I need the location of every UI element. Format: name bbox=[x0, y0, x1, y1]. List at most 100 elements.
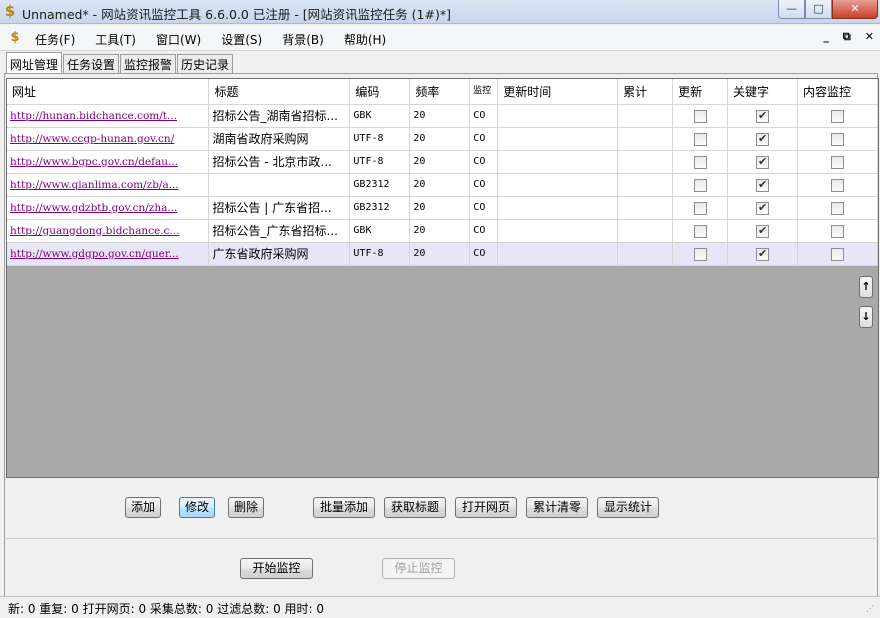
total-cell bbox=[617, 242, 674, 266]
content-monitor-checkbox[interactable] bbox=[830, 178, 844, 192]
show-stats-button[interactable]: 显示统计 bbox=[597, 497, 659, 518]
resize-grip-icon[interactable]: ⋰ bbox=[866, 604, 878, 616]
move-down-button[interactable]: ↓ bbox=[859, 306, 873, 328]
title-cell: 招标公告 - 北京市政... bbox=[208, 150, 351, 174]
update-checkbox[interactable] bbox=[693, 224, 707, 238]
menu-help[interactable]: 帮助(H) bbox=[344, 31, 386, 48]
column-header-monitor[interactable]: 监控 bbox=[469, 79, 499, 105]
update-checkbox[interactable] bbox=[693, 109, 707, 123]
column-header-keyword[interactable]: 关键字 bbox=[727, 79, 798, 105]
close-button[interactable]: ✕ bbox=[832, 0, 878, 19]
add-button[interactable]: 添加 bbox=[125, 497, 161, 518]
url-cell[interactable]: http://www.gdgpo.gov.cn/quer... bbox=[7, 242, 210, 266]
batch-add-button[interactable]: 批量添加 bbox=[313, 497, 375, 518]
table-row[interactable]: http://www.ccgp-hunan.gov.cn/湖南省政府采购网 UTF… bbox=[7, 127, 878, 151]
column-header-url[interactable]: 网址 bbox=[7, 79, 210, 105]
menu-task[interactable]: 任务(F) bbox=[35, 31, 75, 48]
document-icon[interactable]: $ bbox=[7, 30, 23, 46]
content-monitor-checkbox-cell bbox=[797, 196, 878, 220]
frequency-cell: 20 bbox=[409, 242, 471, 266]
column-header-update-time[interactable]: 更新时间 bbox=[497, 79, 619, 105]
edit-button[interactable]: 修改 bbox=[179, 497, 215, 518]
update-checkbox[interactable] bbox=[693, 247, 707, 261]
menu-background[interactable]: 背景(B) bbox=[282, 31, 324, 48]
title-cell: 招标公告 | 广东省招... bbox=[208, 196, 351, 220]
keyword-checkbox[interactable] bbox=[756, 109, 769, 123]
tab-task-settings[interactable]: 任务设置 bbox=[63, 54, 120, 73]
keyword-checkbox[interactable] bbox=[756, 247, 769, 261]
move-up-button[interactable]: ↑ bbox=[859, 276, 873, 298]
start-monitor-button[interactable]: 开始监控 bbox=[240, 558, 313, 579]
frequency-cell: 20 bbox=[409, 150, 471, 174]
mdi-restore-button[interactable]: ⧉ bbox=[843, 30, 851, 44]
tab-history[interactable]: 历史记录 bbox=[177, 54, 234, 73]
table-row[interactable]: http://www.qianlima.com/zb/a... GB2312 20 C… bbox=[7, 173, 878, 197]
update-checkbox[interactable] bbox=[693, 155, 707, 169]
column-header-total[interactable]: 累计 bbox=[617, 79, 674, 105]
keyword-checkbox[interactable] bbox=[756, 224, 769, 238]
column-header-encoding[interactable]: 编码 bbox=[349, 79, 411, 105]
maximize-button[interactable]: □ bbox=[805, 0, 832, 19]
url-cell[interactable]: http://www.qianlima.com/zb/a... bbox=[7, 173, 210, 197]
update-time-cell bbox=[497, 196, 619, 220]
column-header-update[interactable]: 更新 bbox=[672, 79, 729, 105]
update-checkbox-cell bbox=[672, 127, 729, 151]
update-time-cell bbox=[497, 127, 619, 151]
frequency-cell: 20 bbox=[409, 173, 471, 197]
update-checkbox[interactable] bbox=[693, 201, 707, 215]
content-monitor-checkbox[interactable] bbox=[830, 247, 844, 261]
keyword-checkbox-cell bbox=[727, 242, 798, 266]
content-monitor-checkbox-cell bbox=[797, 219, 878, 243]
menu-settings[interactable]: 设置(S) bbox=[221, 31, 262, 48]
column-header-content-monitor[interactable]: 内容监控 bbox=[797, 79, 878, 105]
encoding-cell: GB2312 bbox=[349, 196, 411, 220]
table-row[interactable]: http://www.gdgpo.gov.cn/quer... 广东省政府采购网 U… bbox=[7, 242, 878, 266]
url-grid[interactable]: 网址 标题 编码 频率 监控 更新时间 累计 更新 关键字 内容监控 http:… bbox=[6, 78, 879, 478]
menu-tools[interactable]: 工具(T) bbox=[95, 31, 136, 48]
clear-total-button[interactable]: 累计清零 bbox=[526, 497, 588, 518]
table-row[interactable]: http://guangdong.bidchance.c... 招标公告_广东省招… bbox=[7, 219, 878, 243]
encoding-cell: UTF-8 bbox=[349, 150, 411, 174]
keyword-checkbox[interactable] bbox=[756, 178, 769, 192]
menu-window[interactable]: 窗口(W) bbox=[156, 31, 201, 48]
frequency-cell: 20 bbox=[409, 219, 471, 243]
content-monitor-checkbox[interactable] bbox=[830, 201, 844, 215]
content-monitor-checkbox[interactable] bbox=[830, 224, 844, 238]
url-cell[interactable]: http://hunan.bidchance.com/t... bbox=[7, 104, 210, 128]
update-checkbox[interactable] bbox=[693, 178, 707, 192]
open-page-button[interactable]: 打开网页 bbox=[455, 497, 517, 518]
status-bar: 新: 0 重复: 0 打开网页: 0 采集总数: 0 过滤总数: 0 用时: 0… bbox=[0, 596, 880, 618]
column-header-title[interactable]: 标题 bbox=[208, 79, 351, 105]
update-time-cell bbox=[497, 242, 619, 266]
mdi-close-button[interactable]: ✕ bbox=[865, 30, 874, 44]
encoding-cell: UTF-8 bbox=[349, 127, 411, 151]
fetch-title-button[interactable]: 获取标题 bbox=[384, 497, 446, 518]
encoding-cell: UTF-8 bbox=[349, 242, 411, 266]
content-monitor-checkbox[interactable] bbox=[830, 109, 844, 123]
keyword-checkbox[interactable] bbox=[756, 201, 769, 215]
url-cell[interactable]: http://guangdong.bidchance.c... bbox=[7, 219, 210, 243]
url-table: 网址 标题 编码 频率 监控 更新时间 累计 更新 关键字 内容监控 http:… bbox=[7, 79, 878, 266]
content-monitor-checkbox-cell bbox=[797, 242, 878, 266]
content-monitor-checkbox[interactable] bbox=[830, 132, 844, 146]
url-cell[interactable]: http://www.gdzbtb.gov.cn/zha... bbox=[7, 196, 210, 220]
keyword-checkbox[interactable] bbox=[756, 132, 769, 146]
total-cell bbox=[617, 173, 674, 197]
delete-button[interactable]: 删除 bbox=[228, 497, 264, 518]
column-header-frequency[interactable]: 频率 bbox=[409, 79, 471, 105]
mdi-minimize-button[interactable]: _ bbox=[823, 30, 829, 44]
table-row[interactable]: http://www.bgpc.gov.cn/defau... 招标公告 - 北京… bbox=[7, 150, 878, 174]
url-cell[interactable]: http://www.bgpc.gov.cn/defau... bbox=[7, 150, 210, 174]
monitor-cell: CO bbox=[469, 242, 499, 266]
table-row[interactable]: http://www.gdzbtb.gov.cn/zha... 招标公告 | 广东… bbox=[7, 196, 878, 220]
tab-strip: 网址管理 任务设置 监控报警 历史记录 bbox=[6, 52, 234, 74]
table-row[interactable]: http://hunan.bidchance.com/t... 招标公告_湖南省招… bbox=[7, 104, 878, 128]
tab-url-management[interactable]: 网址管理 bbox=[6, 52, 63, 73]
url-cell[interactable]: http://www.ccgp-hunan.gov.cn/ bbox=[7, 127, 210, 151]
tab-monitor-alarm[interactable]: 监控报警 bbox=[120, 54, 177, 73]
update-checkbox[interactable] bbox=[693, 132, 707, 146]
title-bar: $ Unnamed* - 网站资讯监控工具 6.6.0.0 已注册 - [网站资… bbox=[0, 0, 880, 24]
content-monitor-checkbox[interactable] bbox=[830, 155, 844, 169]
minimize-button[interactable]: — bbox=[778, 0, 805, 19]
keyword-checkbox[interactable] bbox=[756, 155, 769, 169]
